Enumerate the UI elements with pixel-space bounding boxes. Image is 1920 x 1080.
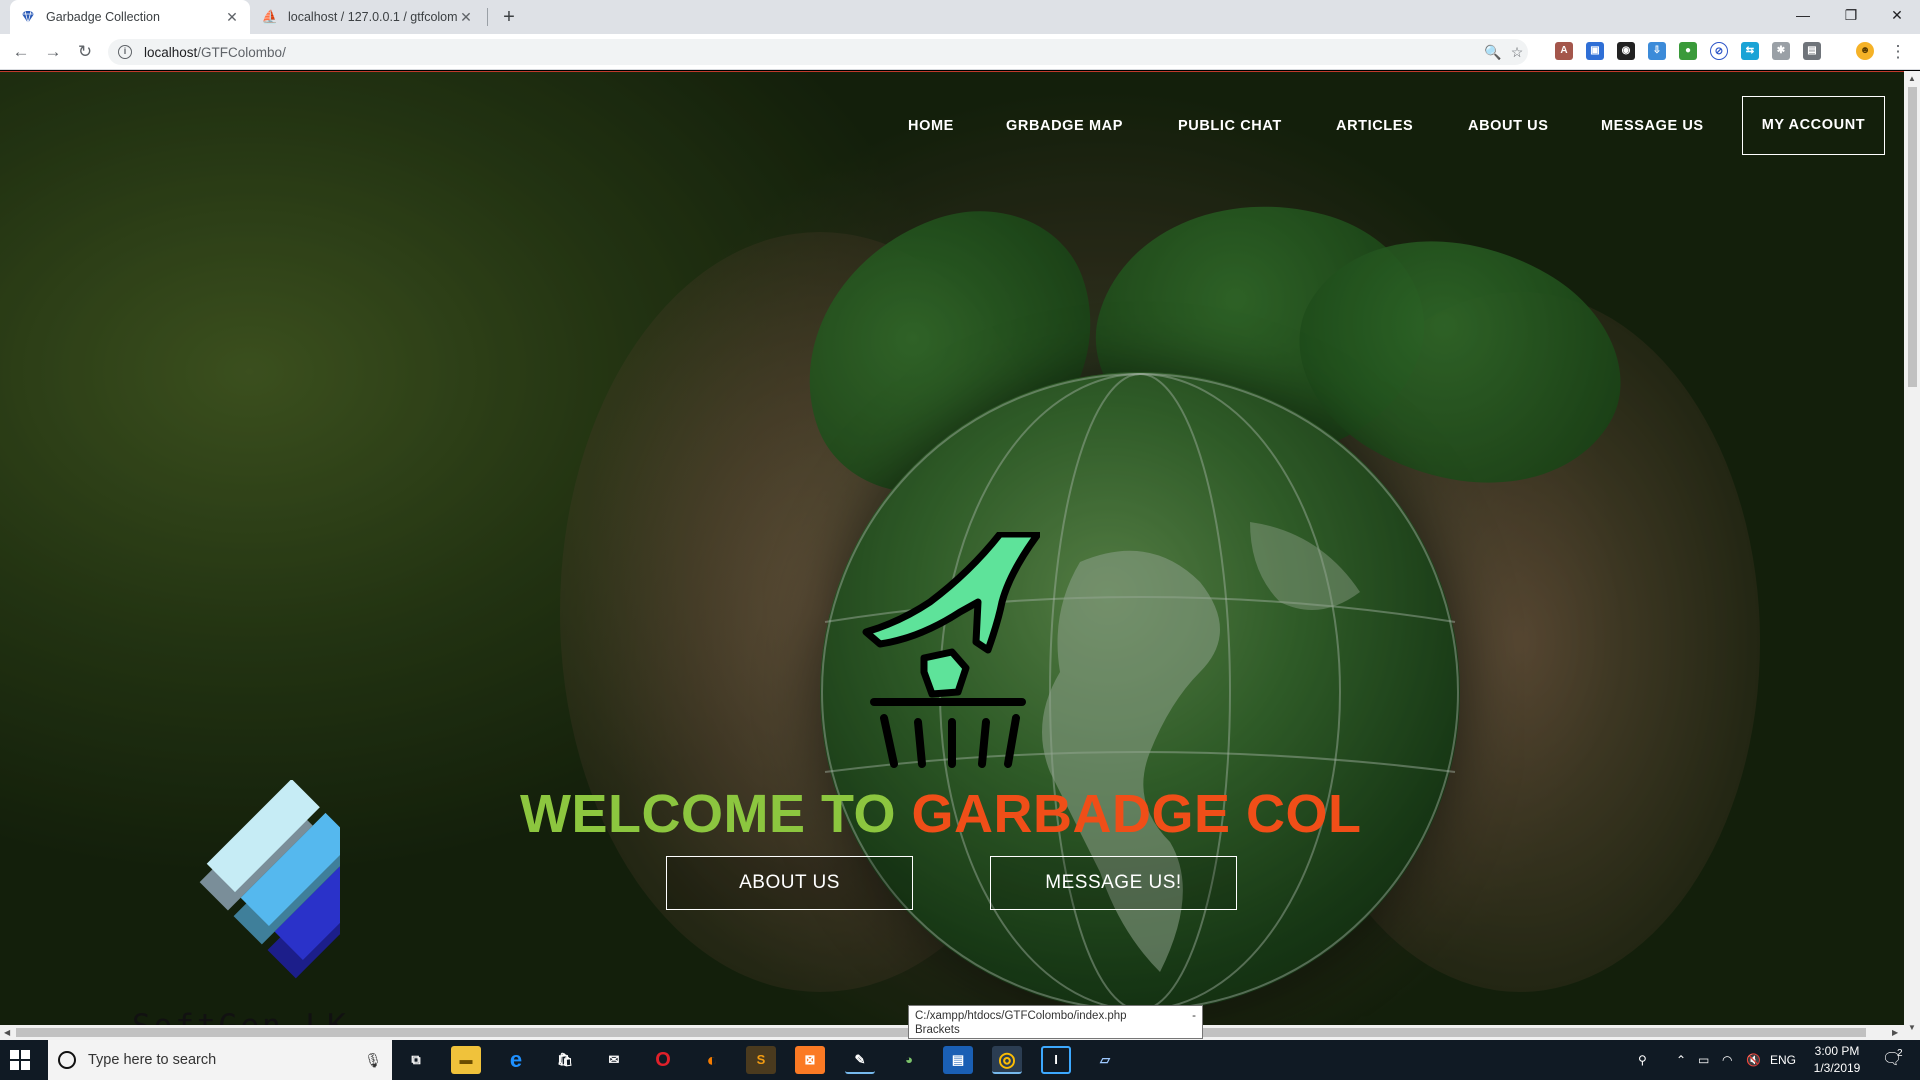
softgen-logo-icon — [199, 780, 340, 979]
extension-window-icon[interactable]: ▣ — [1586, 42, 1604, 60]
address-bar[interactable]: i localhost/GTFColombo/ 🔍 ☆ — [108, 39, 1528, 65]
extension-pdf-icon[interactable]: A — [1555, 42, 1573, 60]
tab-title: localhost / 127.0.0.1 / gtfcolombo — [288, 10, 458, 24]
extension-globe-icon[interactable]: ● — [1679, 42, 1697, 60]
hero-title-welcome: WELCOME TO — [520, 784, 912, 844]
nav-about-us[interactable]: ABOUT US — [1468, 96, 1549, 156]
notification-count-badge: 2 — [1897, 1048, 1903, 1059]
my-account-button[interactable]: MY ACCOUNT — [1742, 96, 1885, 155]
nav-message-us[interactable]: MESSAGE US — [1601, 96, 1704, 156]
hero-title: WELCOME TO GARBADGE COL — [520, 783, 1362, 845]
nav-public-chat[interactable]: PUBLIC CHAT — [1178, 96, 1282, 156]
wifi-icon[interactable]: ◠ — [1722, 1040, 1732, 1080]
file-explorer-icon[interactable]: ▬ — [451, 1046, 481, 1074]
tooltip-dash: - — [1192, 1010, 1196, 1022]
diamond-favicon-icon — [20, 9, 36, 25]
tooltip-app-name: Brackets — [915, 1024, 960, 1036]
scroll-left-arrow-icon[interactable]: ◀ — [4, 1028, 10, 1037]
language-indicator[interactable]: ENG — [1770, 1040, 1796, 1080]
url-text[interactable]: localhost/GTFColombo/ — [144, 45, 286, 60]
task-view-icon[interactable]: ⧉ — [401, 1046, 431, 1074]
reload-icon[interactable]: ↻ — [73, 40, 97, 64]
nav-home[interactable]: HOME — [908, 96, 954, 156]
windows-start-icon[interactable] — [10, 1050, 30, 1070]
nav-articles[interactable]: ARTICLES — [1336, 96, 1413, 156]
clock-time: 3:00 PM — [1814, 1044, 1860, 1058]
brackets-editor-icon[interactable]: ✎ — [845, 1046, 875, 1074]
volume-muted-icon[interactable]: 🔇 — [1746, 1040, 1761, 1080]
taskbar-tooltip: C:/xampp/htdocs/GTFColombo/index.php Bra… — [908, 1005, 1203, 1039]
battery-icon[interactable]: ▭ — [1698, 1040, 1709, 1080]
back-arrow-icon[interactable]: ← — [9, 40, 33, 64]
zoom-icon[interactable]: 🔍 — [1482, 39, 1504, 65]
tray-chevron-up-icon[interactable]: ⌃ — [1676, 1040, 1686, 1080]
extension-briefcase-icon[interactable]: ▤ — [1803, 42, 1821, 60]
taskbar-clock[interactable]: 3:00 PM 1/3/2019 — [1795, 1043, 1879, 1077]
tab-title: Garbadge Collection — [46, 10, 160, 24]
people-icon[interactable]: ⚲ — [1638, 1040, 1647, 1080]
hero-about-us-button[interactable]: ABOUT US — [666, 856, 913, 910]
page-viewport: HOME GRBADGE MAP PUBLIC CHAT ARTICLES AB… — [0, 71, 1904, 1025]
xampp-icon[interactable]: ⊠ — [795, 1046, 825, 1074]
tab-close-icon[interactable]: ✕ — [224, 9, 240, 25]
edge-browser-icon[interactable]: e — [501, 1046, 531, 1074]
site-navigation: HOME GRBADGE MAP PUBLIC CHAT ARTICLES AB… — [0, 96, 1904, 156]
phpmyadmin-favicon-icon: ⛵ — [261, 9, 279, 24]
nav-garbage-map[interactable]: GRBADGE MAP — [1006, 96, 1123, 156]
extension-block-icon[interactable]: ⊘ — [1710, 42, 1728, 60]
search-placeholder: Type here to search — [88, 1052, 217, 1068]
visual-studio-icon[interactable]: I — [1041, 1046, 1071, 1074]
taskbar-search-box[interactable]: Type here to search 🎙 — [48, 1040, 392, 1080]
chrome-browser-icon[interactable]: ◎ — [992, 1046, 1022, 1074]
info-icon[interactable]: i — [118, 45, 132, 59]
bookmark-star-icon[interactable]: ☆ — [1506, 39, 1528, 65]
firefox-browser-icon[interactable]: ◐ — [697, 1046, 727, 1074]
windows-taskbar: Type here to search 🎙 ⧉ ▬ e 🛍 ✉ O ◐ S ⊠ … — [0, 1040, 1920, 1080]
opera-browser-icon[interactable]: O — [648, 1046, 678, 1074]
tooltip-path: C:/xampp/htdocs/GTFColombo/index.php — [915, 1010, 1127, 1022]
scroll-up-arrow-icon[interactable]: ▲ — [1908, 74, 1916, 83]
tab-strip: Garbadge Collection ✕ ⛵ localhost / 127.… — [0, 0, 1920, 34]
notepad-icon[interactable]: ▱ — [1090, 1046, 1120, 1074]
menu-kebab-icon[interactable]: ⋮ — [1886, 40, 1910, 64]
browser-toolbar: ← → ↻ i localhost/GTFColombo/ 🔍 ☆ A ▣ ◉ … — [0, 34, 1920, 70]
clock-date: 1/3/2019 — [1813, 1061, 1861, 1075]
hero-title-garbage: GARBADGE COL — [911, 784, 1362, 844]
new-tab-button[interactable]: + — [496, 4, 522, 30]
garbage-disposal-icon — [862, 532, 1040, 768]
tab-phpmyadmin[interactable]: ⛵ localhost / 127.0.0.1 / gtfcolombo ✕ — [252, 0, 484, 34]
mail-icon[interactable]: ✉ — [599, 1046, 629, 1074]
tab-garbadge-collection[interactable]: Garbadge Collection ✕ — [10, 0, 250, 34]
store-icon[interactable]: 🛍 — [550, 1046, 580, 1074]
extension-dark-icon[interactable]: ◉ — [1617, 42, 1635, 60]
minimize-button[interactable]: — — [1780, 0, 1826, 30]
hero-message-us-button[interactable]: MESSAGE US! — [990, 856, 1237, 910]
extension-download-icon[interactable]: ⇩ — [1648, 42, 1666, 60]
extension-puzzle-icon[interactable]: ✱ — [1772, 42, 1790, 60]
microphone-icon[interactable]: 🎙 — [364, 1052, 382, 1069]
profile-avatar[interactable]: ☻ — [1856, 42, 1874, 60]
vertical-scroll-thumb[interactable] — [1908, 87, 1917, 387]
cortana-circle-icon — [58, 1051, 76, 1069]
forward-arrow-icon[interactable]: → — [41, 40, 65, 64]
restore-button[interactable]: ❐ — [1828, 0, 1874, 30]
sublime-text-icon[interactable]: S — [746, 1046, 776, 1074]
spreadsheet-app-icon[interactable]: ◕ — [894, 1046, 924, 1074]
word-document-icon[interactable]: ▤ — [943, 1046, 973, 1074]
softgen-logo-text: SoftGen LK — [132, 1008, 349, 1025]
vertical-scrollbar[interactable]: ▲ ▼ — [1904, 71, 1920, 1040]
tab-separator — [487, 8, 488, 26]
extension-translate-icon[interactable]: ⇆ — [1741, 42, 1759, 60]
scroll-down-arrow-icon[interactable]: ▼ — [1908, 1023, 1916, 1032]
tab-close-icon[interactable]: ✕ — [458, 9, 474, 25]
close-window-button[interactable]: ✕ — [1874, 0, 1920, 30]
